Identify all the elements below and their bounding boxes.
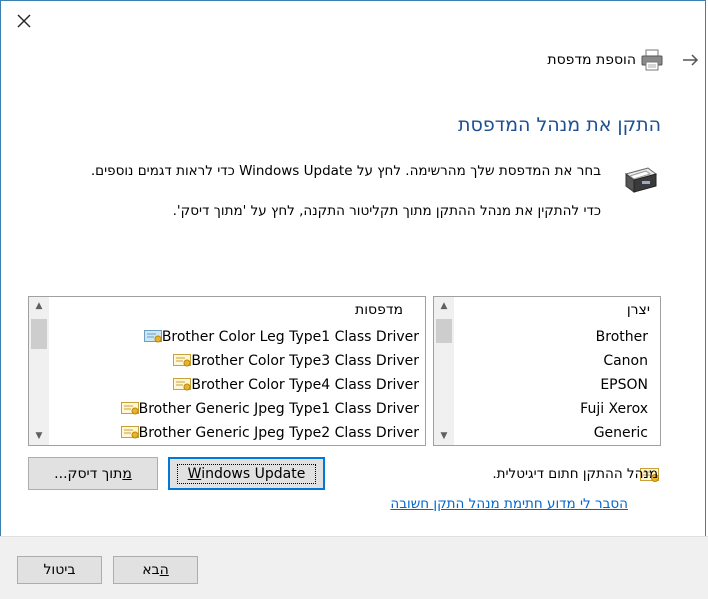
scroll-down-icon[interactable]: ▼ bbox=[29, 427, 49, 445]
scroll-thumb[interactable] bbox=[436, 319, 452, 343]
back-arrow-icon bbox=[683, 54, 699, 66]
list-item[interactable]: Canon bbox=[456, 349, 660, 373]
list-item[interactable]: EPSON bbox=[456, 373, 660, 397]
certificate-icon bbox=[143, 330, 162, 343]
scroll-up-icon[interactable]: ▲ bbox=[29, 297, 49, 315]
list-item-label: Generic bbox=[593, 425, 648, 441]
list-item[interactable]: Brother Generic Jpeg Type1 Class Driver bbox=[51, 397, 425, 421]
page-title: התקן את מנהל המדפסת bbox=[458, 114, 661, 136]
list-item[interactable]: Fuji Xerox bbox=[456, 397, 660, 421]
manufacturer-scrollbar[interactable]: ▲ ▼ bbox=[434, 297, 454, 445]
list-item-label: Brother Color Type3 Class Driver bbox=[191, 353, 419, 369]
list-item[interactable]: Generic bbox=[456, 421, 660, 445]
printer-items: Brother Color Leg Type1 Class Driver Bro… bbox=[51, 325, 425, 445]
certificate-icon bbox=[120, 402, 139, 415]
printer-list[interactable]: ▲ ▼ מדפסות Brother Color Leg Type1 Class… bbox=[28, 296, 426, 446]
printers-header: מדפסות bbox=[355, 302, 403, 318]
list-item-label: Brother bbox=[595, 329, 648, 345]
list-item[interactable]: Brother Color Leg Type1 Class Driver bbox=[51, 325, 425, 349]
close-button[interactable] bbox=[14, 11, 34, 31]
scroll-up-icon[interactable]: ▲ bbox=[434, 297, 454, 315]
cancel-label: ביטול bbox=[43, 562, 76, 578]
scroll-thumb[interactable] bbox=[31, 319, 47, 349]
printer-large-icon bbox=[618, 162, 660, 198]
back-button[interactable] bbox=[680, 50, 702, 72]
next-button[interactable]: הבא bbox=[113, 556, 198, 584]
have-disk-button[interactable]: מתוך דיסק... bbox=[28, 457, 158, 490]
list-item[interactable]: Brother Color Type4 Class Driver bbox=[51, 373, 425, 397]
list-item-label: Fuji Xerox bbox=[580, 401, 648, 417]
windows-update-button[interactable]: Windows Update bbox=[168, 457, 325, 490]
cancel-button[interactable]: ביטול bbox=[17, 556, 102, 584]
have-disk-label: מתוך דיסק... bbox=[54, 465, 132, 482]
instruction-text-2: כדי להתקין את מנהל ההתקן מתוך תקליטור הת… bbox=[172, 203, 601, 219]
list-item-label: Brother Color Type4 Class Driver bbox=[191, 377, 419, 393]
manufacturer-header: יצרן bbox=[626, 302, 650, 318]
certificate-icon bbox=[120, 426, 139, 439]
list-item-label: Canon bbox=[603, 353, 648, 369]
list-item-label: Brother Generic Jpeg Type1 Class Driver bbox=[138, 401, 419, 417]
list-item-label: Brother Color Leg Type1 Class Driver bbox=[161, 329, 419, 345]
list-item[interactable]: Brother Color Type3 Class Driver bbox=[51, 349, 425, 373]
list-item-label: Brother Generic Jpeg Type2 Class Driver bbox=[138, 425, 419, 441]
instruction-text-1: בחר את המדפסת שלך מהרשימה. לחץ על Window… bbox=[90, 163, 601, 179]
list-item[interactable]: Brother Generic Jpeg Type2 Class Driver bbox=[51, 421, 425, 445]
manufacturer-items: Brother Canon EPSON Fuji Xerox Generic bbox=[456, 325, 660, 445]
certificate-icon bbox=[173, 354, 192, 367]
wizard-title: הוספת מדפסת bbox=[547, 52, 636, 68]
scroll-down-icon[interactable]: ▼ bbox=[434, 427, 454, 445]
manufacturer-list[interactable]: ▲ ▼ יצרן Brother Canon EPSON Fuji Xerox … bbox=[433, 296, 661, 446]
list-item[interactable]: Brother bbox=[456, 325, 660, 349]
windows-update-label: Windows Update bbox=[176, 463, 317, 484]
next-label: הבא bbox=[142, 562, 169, 578]
printer-icon bbox=[640, 48, 664, 72]
footer-bar: הבא ביטול bbox=[0, 536, 708, 599]
driver-signing-link[interactable]: הסבר לי מדוע חתימת מנהל התקן חשובה bbox=[390, 496, 628, 512]
certificate-icon bbox=[173, 378, 192, 391]
driver-signed-text: מנהל ההתקן חתום דיגיטלית. bbox=[492, 466, 658, 482]
list-item-label: EPSON bbox=[600, 377, 648, 393]
close-icon bbox=[17, 14, 31, 28]
printer-scrollbar[interactable]: ▲ ▼ bbox=[29, 297, 49, 445]
